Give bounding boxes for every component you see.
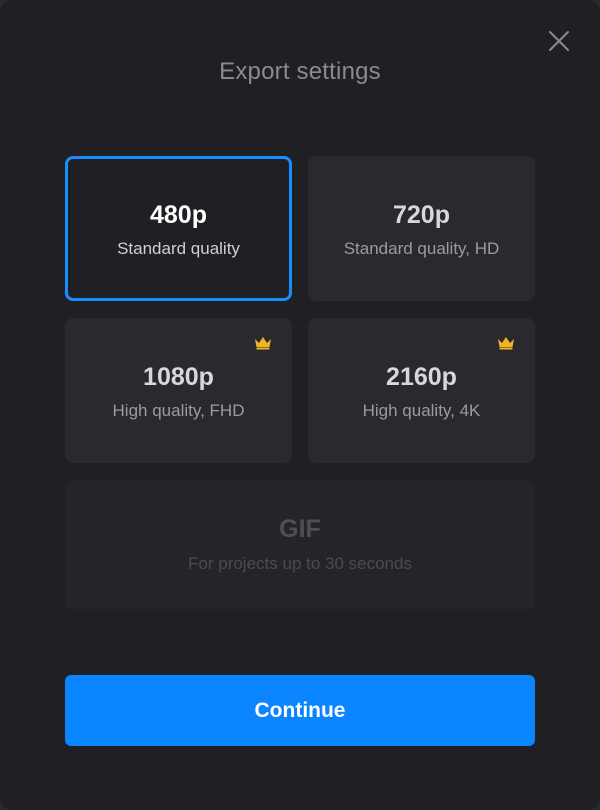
option-description: Standard quality bbox=[117, 239, 240, 258]
continue-button[interactable]: Continue bbox=[65, 675, 535, 746]
option-label: 480p bbox=[150, 201, 207, 229]
option-description: High quality, 4K bbox=[362, 401, 481, 420]
option-720p[interactable]: 720p Standard quality, HD bbox=[308, 156, 535, 301]
export-settings-dialog: Export settings 480p Standard quality 72… bbox=[0, 0, 600, 810]
option-gif: GIF For projects up to 30 seconds bbox=[65, 480, 535, 609]
option-description: Standard quality, HD bbox=[343, 239, 500, 258]
dialog-title: Export settings bbox=[219, 58, 381, 85]
crown-icon bbox=[254, 336, 272, 350]
option-description: High quality, FHD bbox=[112, 401, 245, 420]
close-icon bbox=[549, 31, 569, 51]
option-1080p[interactable]: 1080p High quality, FHD bbox=[65, 318, 292, 463]
option-label: 720p bbox=[393, 201, 450, 229]
option-label: 1080p bbox=[143, 363, 214, 391]
close-button[interactable] bbox=[546, 28, 572, 54]
crown-icon bbox=[497, 336, 515, 350]
option-480p[interactable]: 480p Standard quality bbox=[65, 156, 292, 301]
option-label: 2160p bbox=[386, 363, 457, 391]
option-description: For projects up to 30 seconds bbox=[188, 554, 412, 573]
option-label: GIF bbox=[279, 515, 321, 543]
option-2160p[interactable]: 2160p High quality, 4K bbox=[308, 318, 535, 463]
